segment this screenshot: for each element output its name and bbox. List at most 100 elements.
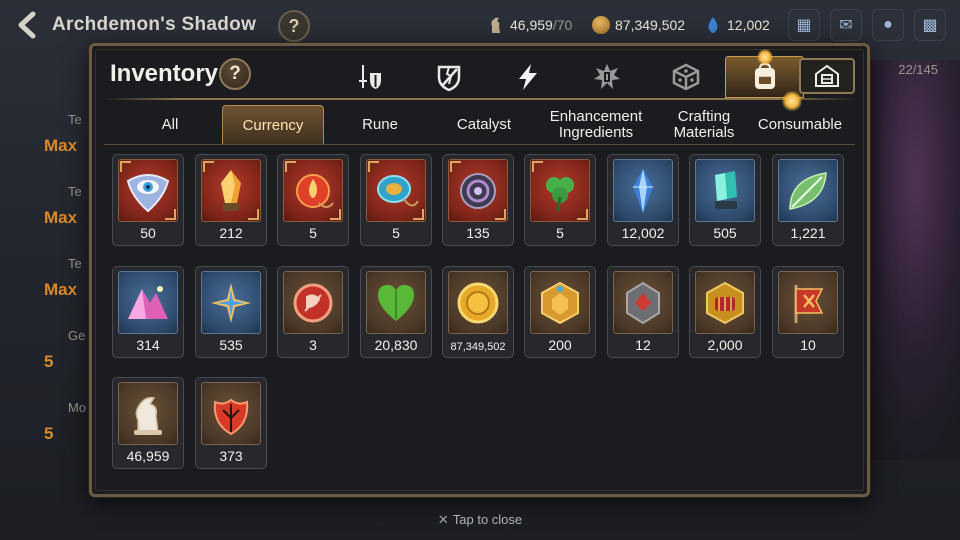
subtab-all[interactable]: All [134, 105, 206, 145]
close-hint-label: Tap to close [452, 512, 523, 527]
background-team-list: Te Max Te Max Te Max Ge 5 Mo 5 [28, 100, 98, 460]
stamina-counter[interactable]: 46,959 /70 [487, 14, 572, 36]
item-slot[interactable]: 200 [524, 266, 596, 358]
star-pendant-icon [211, 282, 251, 323]
item-quantity: 1,221 [790, 225, 826, 241]
item-slot[interactable]: 2,000 [689, 266, 761, 358]
item-quantity: 212 [219, 225, 243, 241]
horse-icon [491, 17, 500, 33]
item-art [695, 159, 755, 222]
mail-icon[interactable]: ✉ [830, 9, 862, 41]
tab-equipment[interactable] [330, 56, 409, 98]
tab-skill[interactable] [488, 56, 567, 98]
item-art [118, 271, 178, 334]
team-level: 5 [44, 352, 54, 371]
amber-crystal-icon [221, 169, 241, 211]
chevron-left-icon [18, 11, 36, 39]
gold-value: 87,349,502 [615, 17, 686, 33]
item-quantity: 373 [219, 448, 243, 464]
item-slot[interactable]: 505 [689, 154, 761, 246]
stamina-value: 46,959 [510, 17, 553, 33]
item-quantity: 5 [556, 225, 564, 241]
item-slot[interactable]: 135 [442, 154, 514, 246]
item-slot[interactable]: 3 [277, 266, 349, 358]
pink-crystal-icon [128, 285, 168, 319]
item-slot[interactable]: 12 [607, 266, 679, 358]
back-button[interactable] [10, 8, 44, 42]
red-emblem-icon [293, 283, 333, 322]
notification-glow [756, 49, 773, 65]
item-slot[interactable]: 535 [195, 266, 267, 358]
menu-grid-icon[interactable]: ▩ [914, 9, 946, 41]
item-art [613, 159, 673, 222]
item-slot[interactable]: 5 [277, 154, 349, 246]
stamina-max: /70 [552, 17, 573, 33]
item-slot[interactable]: 87,349,502 [442, 266, 514, 358]
subtab-label: Consumable [757, 116, 843, 133]
team-row: Mo 5 [28, 388, 98, 460]
item-quantity: 314 [136, 337, 160, 353]
sword-shield-icon [358, 65, 381, 89]
team-row: Ge 5 [28, 316, 98, 388]
header-divider [104, 98, 855, 100]
eye-emblem-icon [126, 173, 170, 212]
chat-icon[interactable]: ● [872, 9, 904, 41]
tab-broken-equipment[interactable] [409, 56, 488, 98]
broken-shield-icon [437, 65, 460, 92]
gold-coin-icon [457, 282, 499, 323]
item-slot[interactable]: 20,830 [360, 266, 432, 358]
shop-icon[interactable]: ▦ [788, 9, 820, 41]
clover-pendant-icon [546, 176, 574, 211]
item-slot[interactable]: 5 [524, 154, 596, 246]
subtab-divider [104, 144, 855, 145]
item-slot[interactable]: 10 [772, 266, 844, 358]
item-slot[interactable]: 46,959 [112, 377, 184, 469]
item-art [448, 271, 508, 334]
skystone-icon [708, 17, 718, 33]
item-quantity: 12 [635, 337, 651, 353]
flame-pendant-icon [296, 173, 334, 208]
item-quantity: 135 [466, 225, 490, 241]
subtab-enhancement-ingredients[interactable]: Enhancement Ingredients [534, 105, 658, 145]
stone-rune-icon [626, 281, 660, 324]
item-slot[interactable]: 314 [112, 266, 184, 358]
subtab-currency[interactable]: Currency [222, 105, 324, 145]
item-quantity: 3 [309, 337, 317, 353]
item-slot[interactable]: 50 [112, 154, 184, 246]
subtab-label: All [161, 116, 179, 133]
sub-tabs: All Currency Rune Catalyst Enhancement I… [104, 91, 859, 145]
inventory-help-button[interactable]: ? [219, 58, 251, 90]
top-menu-icons: ▦ ✉ ● ▩ [788, 9, 946, 41]
tab-materials[interactable] [646, 56, 725, 98]
subtab-catalyst[interactable]: Catalyst [434, 105, 534, 145]
team-row: Te Max [28, 100, 98, 172]
red-flower-icon [213, 398, 249, 435]
item-quantity: 50 [140, 225, 156, 241]
background-count: 22/145 [898, 62, 938, 77]
item-slot[interactable]: 212 [195, 154, 267, 246]
subtab-consumable[interactable]: Consumable [750, 91, 850, 145]
item-slot[interactable]: 5 [360, 154, 432, 246]
item-slot[interactable]: 1,221 [772, 154, 844, 246]
item-art [695, 271, 755, 334]
skystone-counter[interactable]: 12,002 [704, 14, 770, 36]
page-help-button[interactable]: ? [278, 10, 310, 42]
page-title: Archdemon's Shadow [52, 14, 257, 35]
storage-house-icon [815, 64, 839, 87]
coin-icon [592, 16, 610, 34]
item-slot[interactable]: 12,002 [607, 154, 679, 246]
close-icon: ✕ [437, 512, 449, 527]
team-level: Max [44, 136, 78, 155]
subtab-crafting-materials[interactable]: Crafting Materials [654, 105, 754, 145]
item-quantity: 2,000 [707, 337, 743, 353]
storage-button[interactable] [799, 58, 855, 94]
tap-to-close[interactable]: ✕ Tap to close [0, 512, 960, 528]
item-slot[interactable]: 373 [195, 377, 267, 469]
team-label: Ge [68, 328, 86, 343]
subtab-rune[interactable]: Rune [340, 105, 420, 145]
item-art [283, 271, 343, 334]
team-level: Max [44, 280, 78, 299]
gold-counter[interactable]: 87,349,502 [592, 14, 685, 36]
tab-artifact[interactable] [567, 56, 646, 98]
item-quantity: 5 [309, 225, 317, 241]
